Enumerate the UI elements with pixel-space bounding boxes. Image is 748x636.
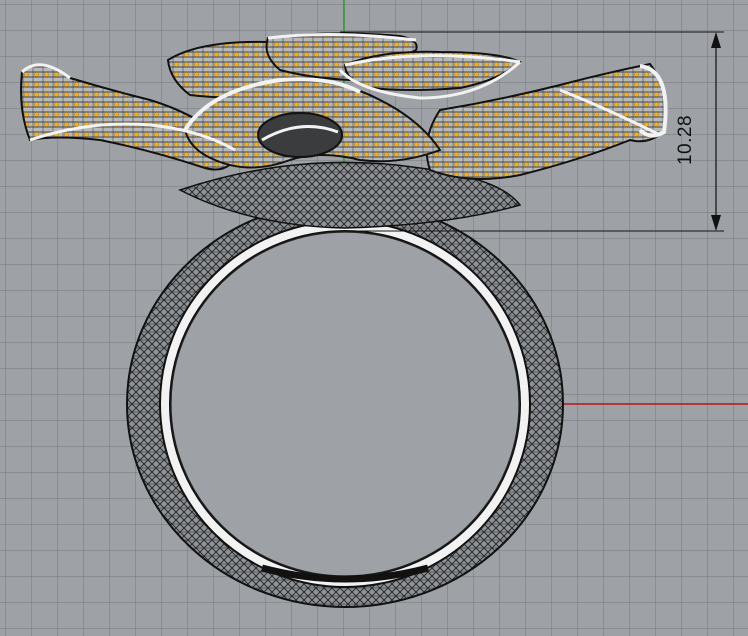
dimension-arrow-bottom (711, 215, 721, 231)
flower-head[interactable] (20, 32, 668, 229)
dimension-value: 10.28 (675, 114, 696, 166)
model-scene[interactable] (0, 0, 748, 636)
dimension-arrow-top (711, 32, 721, 48)
ring-shank[interactable] (126, 200, 564, 608)
viewport-front[interactable]: 10.28 (0, 0, 748, 636)
